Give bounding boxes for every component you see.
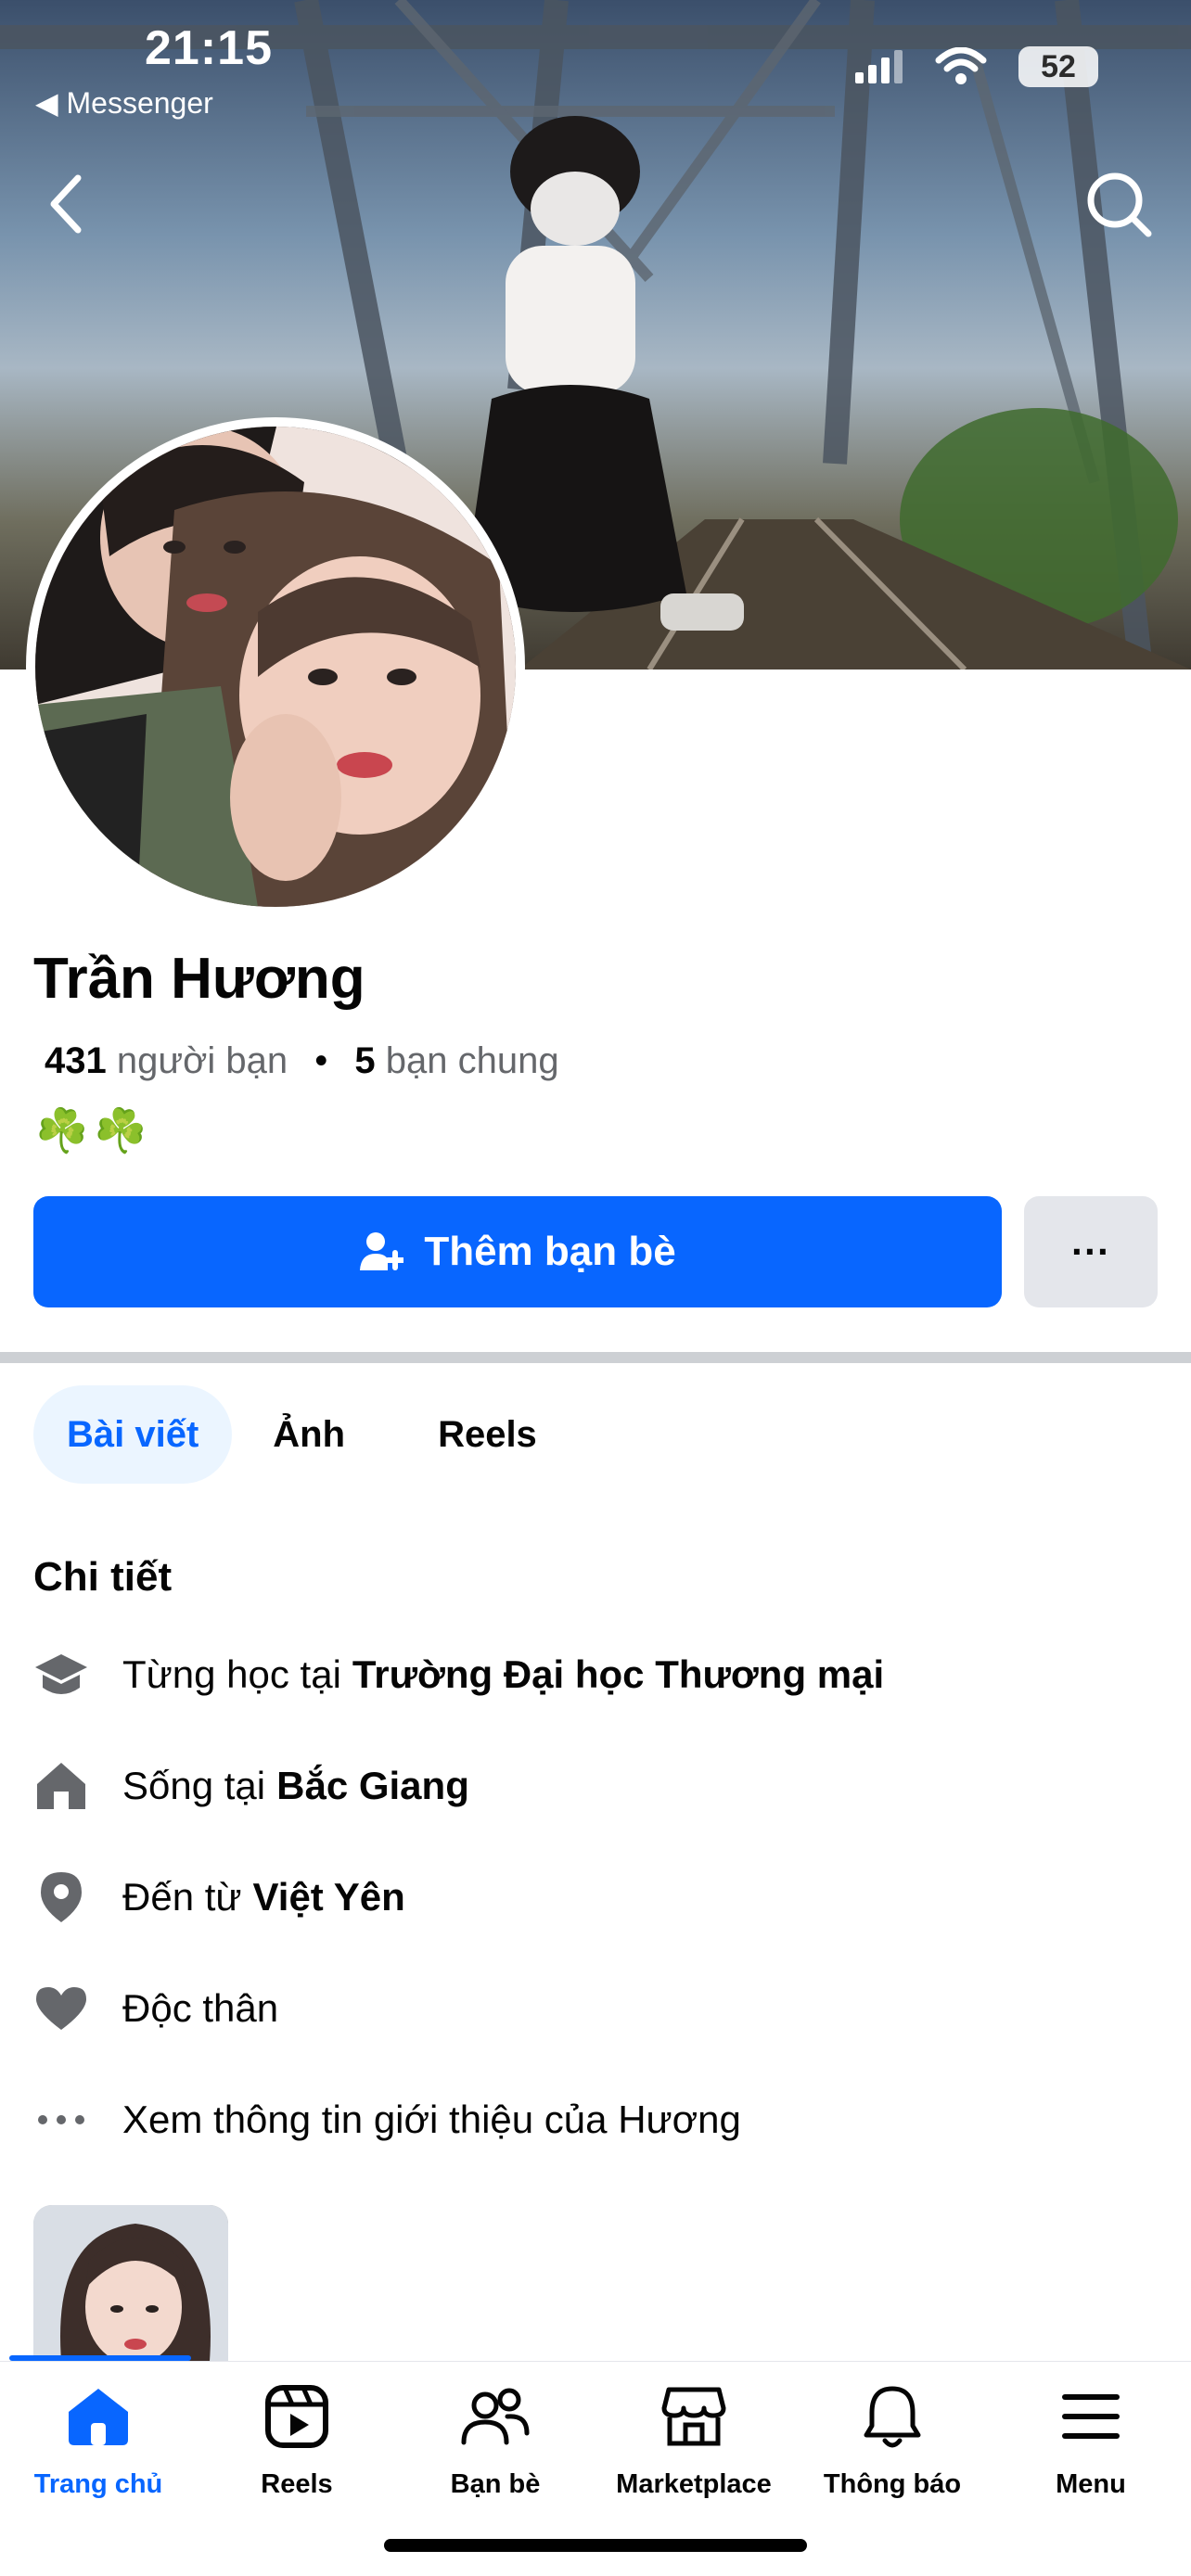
- nav-reels-label: Reels: [261, 2469, 333, 2499]
- detail-see-about-text: Xem thông tin giới thiệu của Hương: [122, 2098, 741, 2141]
- profile-photo-art: [35, 427, 516, 907]
- detail-from[interactable]: Đến từ Việt Yên: [33, 1860, 405, 1934]
- detail-education[interactable]: Từng học tại Trường Đại học Thương mại: [33, 1638, 884, 1712]
- reels-icon: [263, 2382, 331, 2451]
- details-title: Chi tiết: [33, 1554, 173, 1600]
- section-divider: [0, 1352, 1191, 1363]
- nav-marketplace-label: Marketplace: [616, 2469, 772, 2499]
- more-dots-icon: [33, 2092, 89, 2148]
- mutual-friends-count: 5: [354, 1040, 376, 1081]
- bio-emoji: ☘️☘️: [35, 1106, 153, 1154]
- cellular-signal-icon: [855, 50, 903, 83]
- nav-home-label: Trang chủ: [33, 2469, 163, 2499]
- battery-indicator: 52: [1018, 46, 1098, 87]
- detail-lives-in[interactable]: Sống tại Bắc Giang: [33, 1749, 469, 1823]
- friends-count: 431: [45, 1040, 107, 1081]
- nav-menu-label: Menu: [1056, 2469, 1126, 2499]
- heart-icon: [33, 1981, 89, 2036]
- friends-summary[interactable]: 431 người bạn • 5 bạn chung: [45, 1040, 559, 1082]
- detail-education-prefix: Từng học tại: [122, 1652, 341, 1696]
- back-arrow-icon[interactable]: [37, 167, 96, 241]
- nav-friends-label: Bạn bè: [450, 2469, 541, 2499]
- separator-dot: •: [314, 1040, 328, 1081]
- featured-photo-art: [33, 2205, 228, 2361]
- home-indicator: [384, 2539, 807, 2552]
- featured-photo-thumbnail[interactable]: [33, 2205, 228, 2361]
- detail-education-value: Trường Đại học Thương mại: [352, 1652, 885, 1696]
- more-options-button[interactable]: ···: [1024, 1196, 1158, 1307]
- status-icons: 52: [855, 46, 1098, 87]
- detail-see-about[interactable]: Xem thông tin giới thiệu của Hương: [33, 2083, 741, 2157]
- profile-tabs: Bài viết Ảnh Reels: [33, 1385, 537, 1484]
- tab-photos[interactable]: Ảnh: [273, 1385, 345, 1484]
- detail-from-value: Việt Yên: [252, 1875, 405, 1919]
- add-friend-button[interactable]: Thêm bạn bè: [33, 1196, 1002, 1307]
- tab-posts[interactable]: Bài viết: [33, 1385, 233, 1484]
- more-dots-icon: ···: [1071, 1230, 1110, 1273]
- home-icon: [33, 1758, 89, 1814]
- bell-icon: [858, 2382, 927, 2451]
- mutual-friends-label: bạn chung: [385, 1040, 559, 1081]
- menu-icon: [1057, 2382, 1125, 2451]
- add-friend-icon: [360, 1232, 404, 1270]
- tab-reels[interactable]: Reels: [386, 1385, 537, 1484]
- status-bar: 21:15 ◀ Messenger 52: [0, 0, 1191, 120]
- nav-reels[interactable]: Reels: [204, 2382, 390, 2521]
- add-friend-label: Thêm bạn bè: [424, 1229, 676, 1274]
- detail-from-prefix: Đến từ: [122, 1875, 242, 1919]
- nav-friends[interactable]: Bạn bè: [403, 2382, 588, 2521]
- back-to-messenger-link[interactable]: ◀ Messenger: [35, 85, 213, 121]
- nav-notifications[interactable]: Thông báo: [800, 2382, 985, 2521]
- profile-photo[interactable]: [26, 417, 525, 916]
- friends-label: người bạn: [116, 1040, 288, 1081]
- search-icon[interactable]: [1083, 169, 1154, 239]
- nav-marketplace[interactable]: Marketplace: [601, 2382, 787, 2521]
- location-pin-icon: [33, 1869, 89, 1925]
- home-icon: [64, 2382, 133, 2451]
- friends-icon: [461, 2382, 530, 2451]
- nav-home[interactable]: Trang chủ: [6, 2382, 191, 2521]
- nav-menu[interactable]: Menu: [998, 2382, 1184, 2521]
- detail-lives-in-value: Bắc Giang: [276, 1764, 469, 1807]
- profile-name: Trần Hương: [33, 947, 365, 1011]
- status-time: 21:15: [145, 21, 273, 75]
- wifi-icon: [935, 47, 987, 84]
- detail-relationship-text: Độc thân: [122, 1986, 279, 2030]
- marketplace-icon: [660, 2382, 728, 2451]
- nav-notifications-label: Thông báo: [823, 2469, 962, 2499]
- detail-lives-in-prefix: Sống tại: [122, 1764, 266, 1807]
- education-cap-icon: [33, 1647, 89, 1702]
- detail-relationship[interactable]: Độc thân: [33, 1971, 278, 2046]
